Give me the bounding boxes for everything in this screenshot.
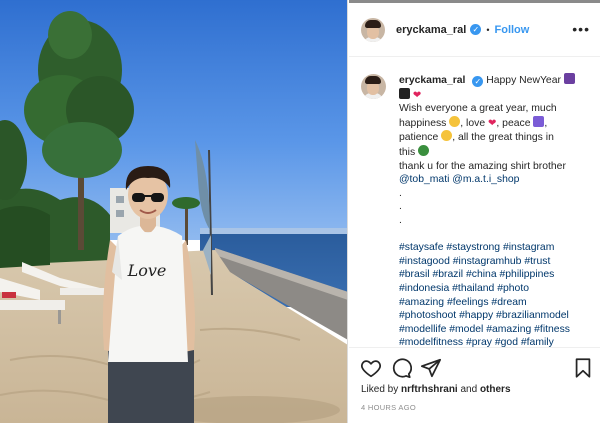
caption-greeting: Happy NewYear	[486, 75, 561, 86]
header-username[interactable]: eryckama_ral	[396, 24, 466, 36]
hashtag-line[interactable]: #staysafe #staystrong #instagram	[399, 241, 590, 255]
mention-link[interactable]: @tob_mati	[399, 174, 449, 185]
caption-section: eryckama_ral ✓ Happy NewYear ❤ Wish ever…	[349, 57, 600, 347]
hashtag-line[interactable]: #brasil #brazil #china #philippines	[399, 268, 590, 282]
caption-line-5: thank u for the amazing shirt brother	[399, 160, 566, 172]
caption-line-3a: patience	[399, 132, 439, 144]
crown-emoji-icon	[399, 87, 410, 99]
caption-line-4: this	[399, 146, 416, 158]
post-detail-panel: eryckama_ral ✓ • Follow ••• eryckama_ral…	[349, 0, 600, 423]
globe-emoji-icon	[418, 144, 430, 156]
post-timestamp[interactable]: 4 HOURS AGO	[361, 403, 416, 412]
beach-portrait-image: Love	[0, 0, 347, 423]
caption-line-2b: , love	[460, 117, 486, 129]
post-photo[interactable]: Love	[0, 0, 348, 423]
heart-emoji-icon: ❤	[412, 89, 422, 101]
hashtag-line[interactable]: #instagood #instagramhub #trust	[399, 255, 590, 269]
verified-badge-icon: ✓	[472, 76, 484, 87]
caption-username[interactable]: eryckama_ral	[399, 75, 465, 86]
hashtag-line[interactable]: #modellife #model #amazing #fitness	[399, 323, 590, 337]
shirt-print-text: Love	[127, 261, 167, 280]
verified-badge-icon: ✓	[470, 24, 482, 35]
comment-bubble-icon[interactable]	[390, 357, 412, 379]
caption-line-2c: , peace	[496, 117, 531, 129]
paper-plane-icon[interactable]	[420, 357, 442, 379]
sparkle-emoji-icon	[563, 73, 575, 84]
hashtag-line[interactable]: #indonesia #thailand #photo	[399, 282, 590, 296]
smile-emoji-icon	[449, 115, 461, 127]
hashtag-line[interactable]: #photoshoot #happy #brazilianmodel	[399, 309, 590, 323]
caption-line-1: Wish everyone a great year, much	[399, 103, 557, 115]
caption-dot: .	[399, 187, 402, 199]
caption-line-2a: happiness	[399, 117, 447, 129]
liked-by-user-link[interactable]: nrftrhshrani	[401, 384, 458, 395]
header-separator: •	[486, 24, 490, 35]
caption-dot: .	[399, 201, 402, 213]
mention-link[interactable]: @m.a.t.i_shop	[452, 174, 519, 185]
bookmark-icon[interactable]	[572, 357, 594, 379]
avatar[interactable]	[361, 17, 385, 42]
hashtag-line[interactable]: #modelfitness #pray #god #family	[399, 336, 590, 347]
caption-avatar[interactable]	[361, 74, 386, 99]
follow-button[interactable]: Follow	[495, 24, 530, 36]
caption-text: eryckama_ral ✓ Happy NewYear ❤ Wish ever…	[399, 73, 590, 347]
peace-emoji-icon	[533, 115, 545, 127]
and-label: and	[460, 384, 478, 395]
post-header: eryckama_ral ✓ • Follow •••	[349, 3, 600, 57]
heart-outline-icon[interactable]	[360, 357, 382, 379]
more-options-icon[interactable]: •••	[572, 21, 590, 37]
likes-summary: Liked by nrftrhshrani and others	[361, 384, 511, 395]
caption-line-3b: , all the great things in	[452, 132, 554, 144]
others-link[interactable]: others	[480, 384, 511, 395]
hashtag-line[interactable]: #amazing #feelings #dream	[399, 296, 590, 310]
thinking-emoji-icon	[441, 130, 453, 142]
caption-dot: .	[399, 214, 402, 226]
post-actions: Liked by nrftrhshrani and others 4 HOURS…	[349, 347, 600, 423]
liked-by-label: Liked by	[361, 384, 399, 395]
